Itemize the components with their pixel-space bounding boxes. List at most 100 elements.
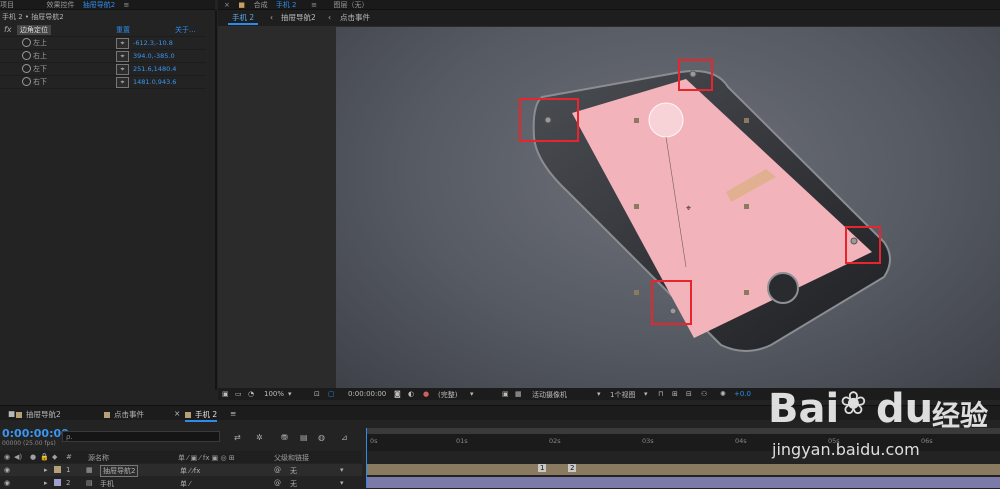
effect-controls-tab-label: 效果控件: [46, 1, 75, 9]
param-value[interactable]: 394.0,-385.0: [133, 52, 175, 60]
effect-controls-tab[interactable]: 效果控件 抽屉导航2 ≡: [47, 1, 136, 9]
watermark-chinese: 经验: [932, 399, 989, 432]
stopwatch-icon[interactable]: [22, 38, 31, 47]
timeline-search-input[interactable]: ρ.: [62, 431, 220, 442]
layer-name[interactable]: 手机: [100, 479, 114, 489]
project-tab[interactable]: 项目: [0, 1, 14, 9]
timeline-timecode[interactable]: 0:00:00:00: [2, 427, 69, 440]
composition-tab-target: 手机 2: [275, 1, 297, 9]
exposure-reset-icon[interactable]: ✺: [720, 390, 726, 398]
composition-tab[interactable]: 合成 手机 2: [254, 1, 303, 9]
about-link[interactable]: 关于...: [175, 25, 196, 35]
layer-marker[interactable]: 1: [538, 464, 547, 472]
label-icon[interactable]: ◆: [52, 453, 57, 461]
layer-duration-bar[interactable]: [366, 477, 1000, 488]
layer-marker[interactable]: 2: [568, 464, 577, 472]
timecode-display[interactable]: 0:00:00:00: [348, 390, 386, 398]
color-channel-icon[interactable]: ●: [423, 390, 429, 398]
camera-select[interactable]: 活动摄像机: [532, 390, 567, 400]
exposure-value[interactable]: +0.0: [734, 390, 751, 398]
ruler-label: 02s: [549, 437, 561, 445]
layer-switches[interactable]: 单 ⁄ ⁄fx: [180, 466, 200, 476]
close-icon[interactable]: ×: [224, 1, 230, 9]
frame-blending-icon[interactable]: ▤: [300, 433, 308, 442]
label-color-swatch[interactable]: [54, 466, 61, 473]
comp-flowchart-icon[interactable]: ⇄: [234, 433, 241, 442]
shy-layers-icon[interactable]: ⛃: [281, 433, 288, 442]
always-preview-icon[interactable]: ▣: [222, 390, 229, 398]
panel-menu-icon[interactable]: ≡: [311, 1, 317, 9]
crosshair-icon[interactable]: ⌖: [116, 64, 129, 75]
views-select[interactable]: 1个视图: [610, 390, 635, 400]
motion-blur-icon[interactable]: ◍: [318, 433, 325, 442]
timeline-tab-phone[interactable]: 手机 2: [185, 409, 218, 422]
reset-link[interactable]: 重置: [116, 25, 130, 35]
pixel-aspect-icon[interactable]: ⊓: [658, 390, 663, 398]
layer-name[interactable]: 抽屉导航2: [100, 465, 139, 477]
close-icon[interactable]: ×: [174, 409, 180, 418]
mask-icon[interactable]: ◔: [248, 390, 254, 398]
expand-arrow-icon[interactable]: ▸: [44, 466, 48, 474]
transparency-grid-icon[interactable]: ▦: [515, 390, 522, 398]
eye-icon[interactable]: ◉: [4, 466, 10, 474]
param-value[interactable]: 1481.0,943.6: [133, 78, 176, 86]
column-source-name[interactable]: 源名称: [88, 453, 109, 463]
effect-name[interactable]: 边角定位: [17, 25, 51, 35]
layer-row[interactable]: ◉ ▸ 2 ▤ 手机 单 ⁄ @ 无 ▾: [0, 477, 362, 489]
show-snapshot-icon[interactable]: ◐: [408, 390, 414, 398]
panel-menu-icon[interactable]: ≡: [230, 409, 236, 418]
stopwatch-icon[interactable]: [22, 77, 31, 86]
solo-icon[interactable]: ●: [30, 453, 36, 461]
label-color-swatch[interactable]: [54, 479, 61, 486]
expand-arrow-icon[interactable]: ▸: [44, 479, 48, 487]
timeline-tab-click-event[interactable]: 点击事件: [104, 409, 144, 420]
stopwatch-icon[interactable]: [22, 64, 31, 73]
crosshair-icon[interactable]: ⌖: [116, 51, 129, 62]
timeline-tab-drawer[interactable]: 抽屉导航2: [16, 409, 61, 420]
eye-icon[interactable]: ◉: [4, 479, 10, 487]
switches-icons: 单 ⁄ ▣ ⁄ fx ▣ ◎ ⊞: [178, 454, 235, 462]
zoom-select[interactable]: 100%: [264, 390, 284, 398]
panel-menu-icon[interactable]: ≡: [123, 1, 129, 9]
chevron-down-icon: ▾: [340, 479, 344, 487]
breadcrumb-item[interactable]: 点击事件: [340, 13, 370, 23]
camera-snapshot-icon[interactable]: ◙: [394, 390, 401, 398]
close-icon[interactable]: ■: [8, 409, 15, 418]
flowchart-icon[interactable]: ⚇: [701, 390, 707, 398]
watermark-brand-suffix: du: [876, 386, 934, 432]
layer-duration-bar[interactable]: 1 2: [366, 464, 1000, 475]
roi-icon[interactable]: ▣: [502, 390, 509, 398]
region-icon[interactable]: ▢: [328, 390, 335, 398]
layer-switches[interactable]: 单 ⁄: [180, 479, 190, 489]
chevron-left-icon: ‹: [270, 13, 273, 22]
fast-previews-icon[interactable]: ⊞: [672, 390, 678, 398]
breadcrumb-item[interactable]: 抽屉导航2: [281, 13, 316, 23]
param-value[interactable]: -612.3,-10.8: [133, 39, 173, 47]
crosshair-icon[interactable]: ⌖: [116, 38, 129, 49]
parent-select[interactable]: 无: [290, 479, 297, 489]
parent-select[interactable]: 无: [290, 466, 297, 476]
lock-icon[interactable]: 🔒: [40, 453, 49, 461]
layer-row[interactable]: ◉ ▸ 1 ▦ 抽屉导航2 单 ⁄ ⁄fx @ 无 ▾: [0, 464, 362, 477]
fx-toggle-icon[interactable]: fx: [4, 25, 12, 34]
resolution-select[interactable]: (完整): [438, 390, 457, 400]
column-parent[interactable]: 父级和链接: [274, 453, 309, 463]
composition-viewport[interactable]: ⌖: [336, 27, 1000, 388]
pickwhip-icon[interactable]: @: [274, 479, 281, 487]
grid-icon[interactable]: ⊡: [314, 390, 320, 398]
monitor-icon[interactable]: ▭: [235, 390, 242, 398]
stopwatch-icon[interactable]: [22, 51, 31, 60]
audio-icon[interactable]: ◀): [14, 453, 22, 461]
breadcrumb-current[interactable]: 手机 2: [228, 13, 259, 25]
watermark-brand: Bai: [768, 386, 840, 432]
param-row-top-left: 左上 ⌖ -612.3,-10.8: [0, 37, 206, 50]
timeline-icon[interactable]: ⊟: [686, 390, 692, 398]
pickwhip-icon[interactable]: @: [274, 466, 281, 474]
param-value[interactable]: 251.6,1480.4: [133, 65, 176, 73]
layer-tab[interactable]: 图层（无）: [333, 1, 368, 9]
graph-editor-icon[interactable]: ⊿: [341, 433, 348, 442]
playhead[interactable]: [366, 428, 367, 488]
visibility-icon[interactable]: ◉: [4, 453, 10, 461]
draft-3d-icon[interactable]: ✲: [256, 433, 263, 442]
crosshair-icon[interactable]: ⌖: [116, 77, 129, 88]
